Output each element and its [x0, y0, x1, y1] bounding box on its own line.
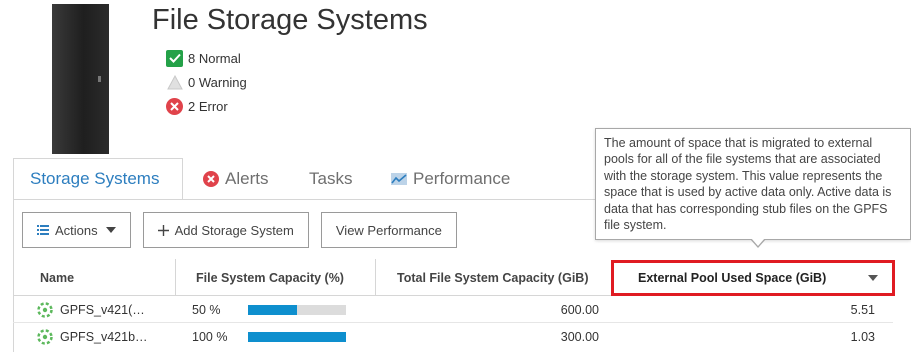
capacity-bar-fill	[248, 305, 297, 315]
status-error: 2 Error	[166, 94, 247, 118]
column-header-external-pool[interactable]: External Pool Used Space (GiB)	[611, 260, 895, 296]
row-external-pool: 1.03	[850, 330, 875, 344]
add-storage-system-label: Add Storage System	[174, 222, 294, 238]
error-icon	[166, 97, 183, 115]
chart-icon	[391, 173, 407, 185]
row-capacity-bar	[248, 305, 346, 315]
status-error-label: 2 Error	[188, 98, 228, 114]
table-row[interactable]: GPFS_v421(… 50 % 600.00 5.51	[13, 297, 893, 323]
warning-icon	[166, 74, 183, 91]
status-warning: 0 Warning	[166, 70, 247, 94]
tooltip-arrow-inner	[751, 238, 765, 246]
toolbar: Actions Add Storage System View Performa…	[22, 212, 457, 248]
view-performance-button[interactable]: View Performance	[320, 212, 457, 248]
tab-alerts[interactable]: Alerts	[203, 158, 268, 200]
column-header-fs-capacity[interactable]: File System Capacity (%)	[175, 259, 375, 296]
capacity-bar-fill	[248, 332, 346, 342]
tab-storage-systems[interactable]: Storage Systems	[13, 158, 183, 200]
storage-system-status-icon	[37, 329, 53, 345]
column-header-name[interactable]: Name	[40, 259, 74, 296]
status-warning-label: 0 Warning	[188, 74, 247, 90]
status-normal: 8 Normal	[166, 46, 247, 70]
row-name: GPFS_v421(…	[60, 303, 145, 317]
storage-device-image	[52, 4, 109, 154]
tab-alerts-label: Alerts	[225, 169, 269, 188]
row-external-pool: 5.51	[850, 303, 875, 317]
row-name-cell[interactable]: GPFS_v421(…	[37, 297, 145, 323]
page-title: File Storage Systems	[152, 4, 428, 36]
check-icon	[166, 49, 183, 67]
column-header-total-capacity[interactable]: Total File System Capacity (GiB)	[375, 259, 611, 296]
tab-storage-systems-label: Storage Systems	[30, 169, 160, 188]
actions-label: Actions	[55, 222, 98, 238]
sort-caret-icon[interactable]	[868, 275, 878, 281]
view-performance-label: View Performance	[335, 222, 442, 238]
add-storage-system-button[interactable]: Add Storage System	[142, 212, 309, 248]
table-header: Name File System Capacity (%) Total File…	[13, 259, 895, 296]
error-icon	[203, 171, 219, 187]
row-capacity-pct: 100 %	[192, 330, 228, 344]
tab-performance-label: Performance	[413, 169, 511, 188]
device-led	[98, 76, 101, 82]
status-normal-label: 8 Normal	[188, 50, 241, 66]
row-total-capacity: 600.00	[560, 303, 599, 317]
caret-down-icon	[105, 227, 116, 233]
column-header-external-pool-label: External Pool Used Space (GiB)	[638, 271, 827, 285]
row-total-capacity: 300.00	[560, 330, 599, 344]
list-icon	[37, 225, 49, 235]
column-tooltip: The amount of space that is migrated to …	[595, 128, 911, 240]
tab-tasks-label: Tasks	[309, 169, 353, 188]
table-row[interactable]: GPFS_v421b… 100 % 300.00 1.03	[13, 324, 893, 350]
row-capacity-pct: 50 %	[192, 303, 221, 317]
tab-bar: Storage Systems Alerts Tasks Performance	[13, 158, 593, 200]
actions-button[interactable]: Actions	[22, 212, 131, 248]
plus-icon	[157, 224, 169, 236]
storage-system-status-icon	[37, 302, 53, 318]
row-capacity-bar	[248, 332, 346, 342]
tab-performance[interactable]: Performance	[391, 158, 510, 200]
tab-tasks[interactable]: Tasks	[309, 158, 352, 200]
row-name: GPFS_v421b…	[60, 330, 148, 344]
status-summary: 8 Normal 0 Warning 2 Error	[166, 46, 247, 118]
row-name-cell[interactable]: GPFS_v421b…	[37, 324, 148, 350]
